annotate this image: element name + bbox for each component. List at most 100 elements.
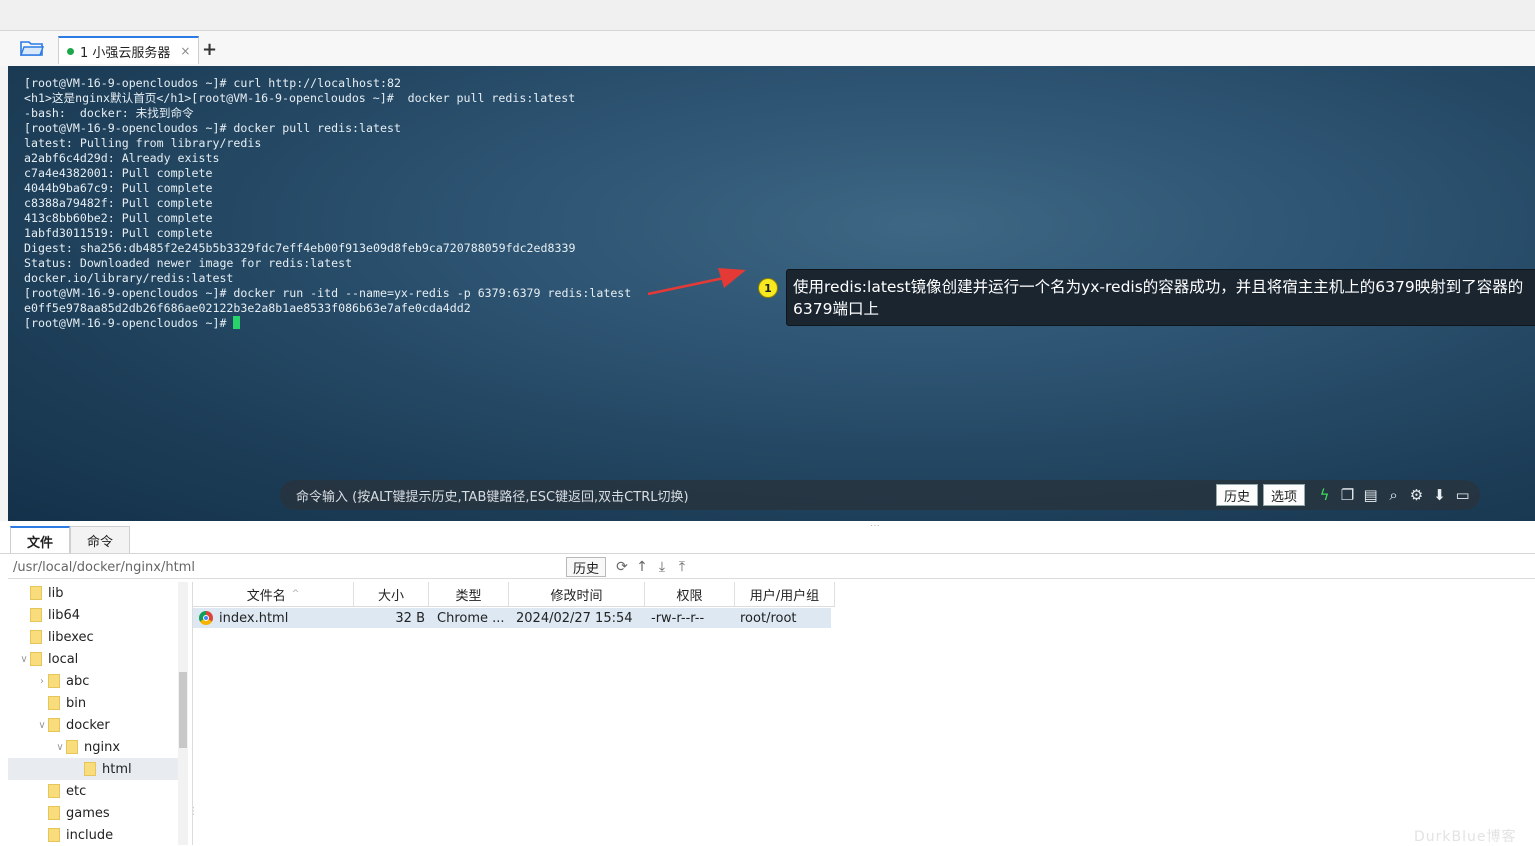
directory-tree: lib lib64 libexec ∨ local › abc bin ∨ docker ∨ ngin… bbox=[8, 582, 178, 845]
tree-item-etc[interactable]: etc bbox=[8, 780, 178, 802]
tree-item-label: docker bbox=[66, 717, 110, 733]
add-tab-icon[interactable]: + bbox=[202, 39, 217, 60]
command-input[interactable]: 命令输入 (按ALT键提示历史,TAB键路径,ESC键返回,双击CTRL切换) bbox=[296, 486, 1216, 505]
tree-item-bin[interactable]: bin bbox=[8, 692, 178, 714]
search-icon[interactable]: ⌕ bbox=[1385, 486, 1402, 504]
watermark: DurkBlue博客 bbox=[1414, 829, 1517, 845]
tree-item-label: include bbox=[66, 827, 114, 843]
tree-item-libexec[interactable]: libexec bbox=[8, 626, 178, 648]
bottom-panel: 文件 命令 /usr/local/docker/nginx/html 历史 ⟳ … bbox=[0, 526, 1535, 845]
tab-commands[interactable]: 命令 bbox=[70, 526, 130, 553]
tree-item-include[interactable]: include bbox=[8, 824, 178, 845]
tree-item-label: libexec bbox=[48, 629, 94, 645]
folder-icon bbox=[48, 674, 60, 688]
window-top-strip bbox=[0, 0, 1535, 31]
tab-files[interactable]: 文件 bbox=[10, 526, 70, 554]
history-button[interactable]: 历史 bbox=[1216, 484, 1259, 506]
terminal-line: <h1>这是nginx默认首页</h1>[root@VM-16-9-opencl… bbox=[24, 91, 576, 105]
tree-item-label: abc bbox=[66, 673, 90, 689]
column-header-type[interactable]: 类型 bbox=[429, 582, 509, 606]
file-owner: root/root bbox=[740, 610, 797, 626]
folder-icon bbox=[30, 652, 42, 666]
upload-icon[interactable]: ⤒ bbox=[674, 559, 690, 575]
annotation-callout: 使用redis:latest镜像创建并运行一个名为yx-redis的容器成功，并… bbox=[786, 269, 1535, 326]
folder-icon bbox=[48, 806, 60, 820]
session-tab[interactable]: 1 小强云服务器 × bbox=[58, 36, 200, 64]
options-button[interactable]: 选项 bbox=[1263, 484, 1306, 506]
tree-item-games[interactable]: games bbox=[8, 802, 178, 824]
connected-status-icon bbox=[67, 47, 74, 55]
annotation-arrow-icon bbox=[647, 268, 746, 296]
column-header-permissions[interactable]: 权限 bbox=[645, 582, 735, 606]
gear-icon[interactable]: ⚙ bbox=[1408, 486, 1425, 504]
session-tab-bar: 1 小强云服务器 × + bbox=[0, 31, 1535, 67]
tree-item-nginx[interactable]: ∨ nginx bbox=[8, 736, 178, 758]
terminal-line: Digest: sha256:db485f2e245b5b3329fdc7eff… bbox=[24, 241, 576, 255]
terminal-line: 1abfd3011519: Pull complete bbox=[24, 226, 213, 240]
download-icon[interactable]: ⤓ bbox=[654, 559, 670, 575]
chevron-down-icon[interactable]: ∨ bbox=[36, 720, 48, 731]
tree-item-local[interactable]: ∨ local bbox=[8, 648, 178, 670]
close-icon[interactable]: × bbox=[180, 44, 190, 58]
tree-item-label: local bbox=[48, 651, 79, 667]
tree-item-html[interactable]: html bbox=[8, 758, 178, 780]
terminal-line: a2abf6c4d29d: Already exists bbox=[24, 151, 220, 165]
sort-asc-icon: ^ bbox=[291, 589, 300, 599]
arrow-down-icon[interactable]: ⬇ bbox=[1431, 486, 1448, 504]
session-tab-label: 1 小强云服务器 bbox=[80, 45, 171, 61]
column-header-owner[interactable]: 用户/用户组 bbox=[735, 582, 835, 606]
chevron-down-icon[interactable]: ∨ bbox=[54, 742, 66, 753]
folder-icon bbox=[48, 828, 60, 842]
folder-icon bbox=[30, 586, 42, 600]
tree-item-lib[interactable]: lib bbox=[8, 582, 178, 604]
window-icon[interactable]: ▭ bbox=[1454, 486, 1471, 504]
chevron-down-icon[interactable]: ∨ bbox=[18, 654, 30, 665]
file-table-header: 文件名 ^ 大小 类型 修改时间 权限 用户/用户组 bbox=[193, 582, 835, 607]
terminal-line: [root@VM-16-9-opencloudos ~]# docker run… bbox=[24, 286, 632, 300]
paste-icon[interactable]: ▤ bbox=[1362, 486, 1379, 504]
folder-icon bbox=[48, 784, 60, 798]
tree-item-label: lib bbox=[48, 585, 64, 601]
tree-item-label: nginx bbox=[84, 739, 121, 755]
tree-item-lib64[interactable]: lib64 bbox=[8, 604, 178, 626]
tree-scrollbar-thumb[interactable] bbox=[179, 672, 187, 748]
terminal-line: [root@VM-16-9-opencloudos ~]# docker pul… bbox=[24, 121, 401, 135]
copy-icon[interactable]: ❐ bbox=[1339, 486, 1356, 504]
path-history-button[interactable]: 历史 bbox=[566, 557, 607, 577]
folder-icon bbox=[66, 740, 78, 754]
path-input[interactable]: /usr/local/docker/nginx/html bbox=[8, 560, 563, 575]
terminal-line: c7a4e4382001: Pull complete bbox=[24, 166, 213, 180]
terminal-cursor bbox=[233, 316, 241, 329]
refresh-icon[interactable]: ⟳ bbox=[614, 559, 630, 575]
terminal-line: [root@VM-16-9-opencloudos ~]# curl http:… bbox=[24, 76, 401, 90]
up-directory-icon[interactable]: ↑ bbox=[634, 559, 650, 575]
column-header-name[interactable]: 文件名 ^ bbox=[193, 582, 354, 606]
tree-item-abc[interactable]: › abc bbox=[8, 670, 178, 692]
tree-item-label: html bbox=[102, 761, 132, 777]
terminal-line: e0ff5e978aa85d2db26f686ae02122b3e2a8b1ae… bbox=[24, 301, 471, 315]
path-bar: /usr/local/docker/nginx/html 历史 ⟳ ↑ ⤓ ⤒ bbox=[8, 556, 1535, 579]
file-name: index.html bbox=[219, 610, 289, 626]
terminal-prompt: [root@VM-16-9-opencloudos ~]# bbox=[24, 316, 234, 330]
chevron-right-icon[interactable]: › bbox=[36, 676, 48, 687]
terminal-line: Status: Downloaded newer image for redis… bbox=[24, 256, 353, 270]
terminal-line: -bash: docker: 未找到命令 bbox=[24, 106, 194, 120]
column-header-size[interactable]: 大小 bbox=[354, 582, 429, 606]
column-header-modified[interactable]: 修改时间 bbox=[509, 582, 645, 606]
file-modified: 2024/02/27 15:54 bbox=[516, 610, 633, 626]
terminal-panel[interactable]: [root@VM-16-9-opencloudos ~]# curl http:… bbox=[8, 66, 1535, 521]
folder-icon bbox=[30, 630, 42, 644]
file-permissions: -rw-r--r-- bbox=[651, 610, 705, 626]
file-type: Chrome ... bbox=[437, 610, 505, 626]
terminal-line: c8388a79482f: Pull complete bbox=[24, 196, 213, 210]
chrome-file-icon bbox=[199, 611, 213, 625]
tree-item-label: games bbox=[66, 805, 110, 821]
lightning-icon[interactable]: ϟ bbox=[1316, 486, 1333, 504]
open-folder-icon[interactable] bbox=[18, 37, 46, 59]
tree-item-docker[interactable]: ∨ docker bbox=[8, 714, 178, 736]
tree-item-label: etc bbox=[66, 783, 87, 799]
terminal-output: [root@VM-16-9-opencloudos ~]# curl http:… bbox=[24, 76, 631, 331]
table-row[interactable]: index.html 32 B Chrome ... 2024/02/27 15… bbox=[193, 608, 831, 628]
file-list: 文件名 ^ 大小 类型 修改时间 权限 用户/用户组 index.html 32 … bbox=[192, 582, 1535, 845]
folder-icon bbox=[48, 696, 60, 710]
